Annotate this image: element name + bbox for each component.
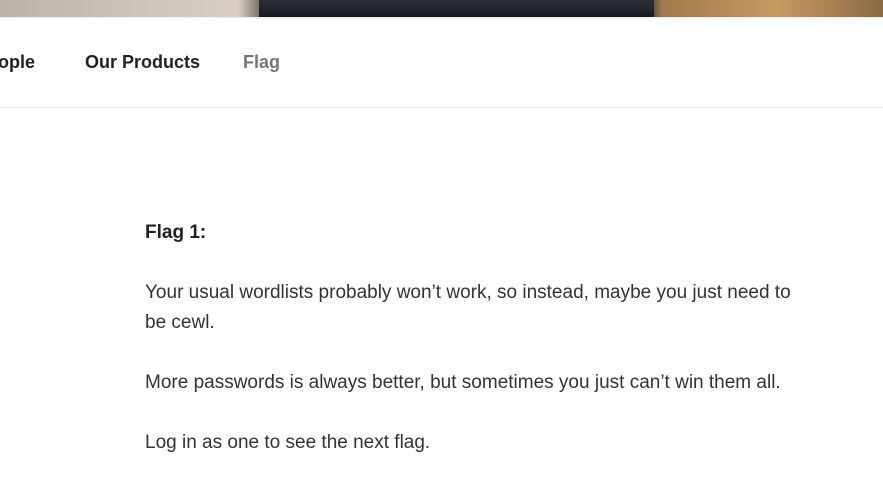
main-navigation: eople Our Products Flag [0, 19, 883, 108]
paragraph-wordlists: Your usual wordlists probably won’t work… [145, 282, 791, 333]
flag-heading: Flag 1: [145, 222, 207, 243]
paragraph-login: Log in as one to see the next flag. [145, 432, 431, 453]
paragraph-passwords: More passwords is always better, but som… [145, 372, 781, 393]
nav-item-people[interactable]: eople [0, 52, 35, 73]
header-hero-image-dark-region [259, 0, 654, 17]
nav-item-flag[interactable]: Flag [243, 52, 280, 73]
entry-content: Flag 1: Your usual wordlists probably wo… [145, 218, 805, 458]
nav-item-our-products[interactable]: Our Products [85, 52, 200, 73]
